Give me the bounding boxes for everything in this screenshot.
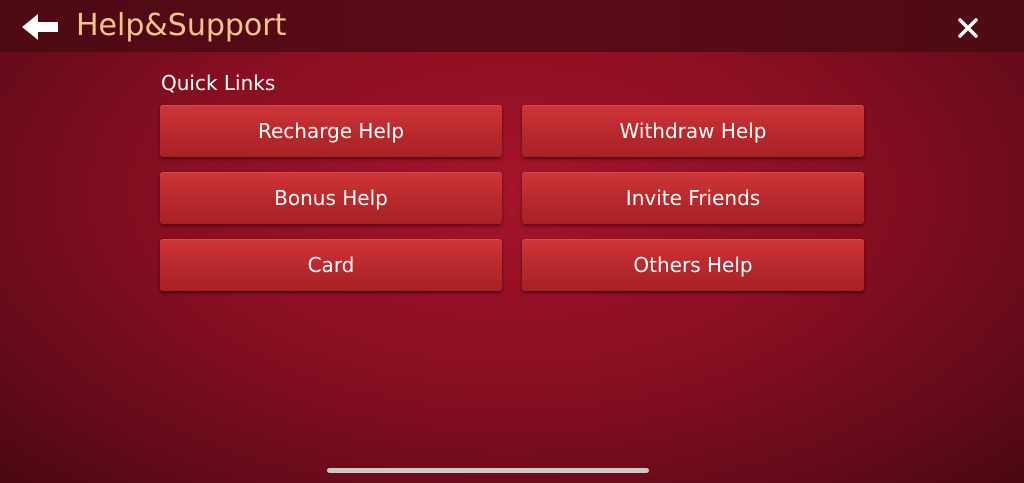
arrow-left-icon (22, 14, 58, 40)
close-button[interactable] (956, 16, 980, 40)
card-button[interactable]: Card (160, 239, 502, 291)
invite-friends-button[interactable]: Invite Friends (522, 172, 864, 224)
recharge-help-button[interactable]: Recharge Help (160, 105, 502, 157)
others-help-button[interactable]: Others Help (522, 239, 864, 291)
back-button[interactable] (20, 12, 62, 42)
quick-links-label: Quick Links (161, 71, 276, 95)
home-indicator[interactable] (327, 468, 649, 473)
close-icon (958, 18, 978, 38)
page-title: Help&Support (76, 8, 287, 43)
bonus-help-button[interactable]: Bonus Help (160, 172, 502, 224)
header-bar: Help&Support (0, 0, 1024, 52)
withdraw-help-button[interactable]: Withdraw Help (522, 105, 864, 157)
